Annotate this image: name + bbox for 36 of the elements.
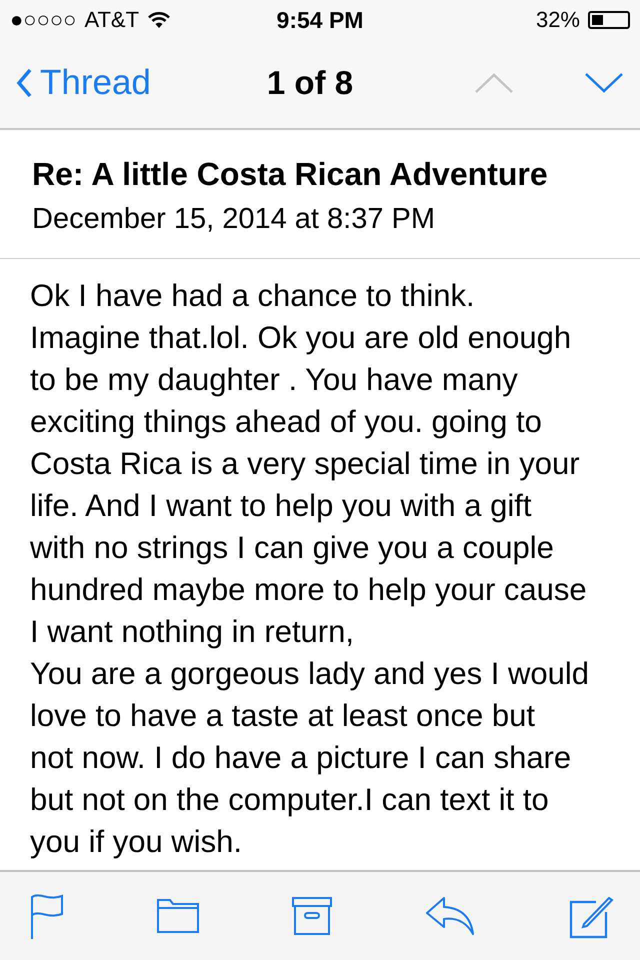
move-to-folder-button[interactable] xyxy=(157,898,199,934)
body-text-line: exciting things ahead of you. going to xyxy=(30,403,543,441)
body-text-line: I want nothing in return, xyxy=(30,613,355,651)
archive-box-icon xyxy=(292,897,332,935)
message-position: 1 of 8 xyxy=(266,64,354,102)
archive-button[interactable] xyxy=(292,897,332,935)
reply-arrow-icon xyxy=(425,897,475,935)
flag-icon xyxy=(30,893,64,939)
body-text-line: life. And I want to help you with a gift xyxy=(30,487,532,525)
body-text-line: Costa Rica is a very special time in your xyxy=(30,445,581,483)
status-time: 9:54 PM xyxy=(276,6,364,34)
body-text-line: You are a gorgeous lady and yes I would xyxy=(30,655,590,693)
reply-button[interactable] xyxy=(425,897,475,935)
email-subject: Re: A little Costa Rican Adventure xyxy=(32,155,549,193)
body-text-line: hundred maybe more to help your cause xyxy=(30,571,588,609)
battery-icon xyxy=(588,11,630,29)
carrier-name: AT&T xyxy=(84,7,140,33)
back-button[interactable]: Thread xyxy=(16,63,151,103)
body-text-line: to be my daughter . You have many xyxy=(30,361,519,399)
body-text-line: with no strings I can give you a couple xyxy=(30,529,555,567)
body-text-line: not now. I do have a picture I can share xyxy=(30,739,572,777)
flag-button[interactable] xyxy=(30,893,64,939)
email-date: December 15, 2014 at 8:37 PM xyxy=(32,203,436,236)
body-text-line: you if you wish. xyxy=(30,823,243,861)
next-message-button[interactable] xyxy=(584,72,624,94)
chevron-up-icon xyxy=(474,72,514,94)
chevron-down-icon xyxy=(584,72,624,94)
battery-percent: 32% xyxy=(536,7,580,33)
body-text-line: love to have a taste at least once but xyxy=(30,697,536,735)
body-text-line: but not on the computer.I can text it to xyxy=(30,781,550,819)
body-text-line: Ok I have had a chance to think. xyxy=(30,277,476,315)
chevron-left-icon xyxy=(16,68,32,98)
folder-icon xyxy=(157,898,199,934)
wifi-icon xyxy=(147,11,172,29)
signal-strength: ●○○○○ xyxy=(10,7,76,33)
body-text-line: Imagine that.lol. Ok you are old enough xyxy=(30,319,572,357)
